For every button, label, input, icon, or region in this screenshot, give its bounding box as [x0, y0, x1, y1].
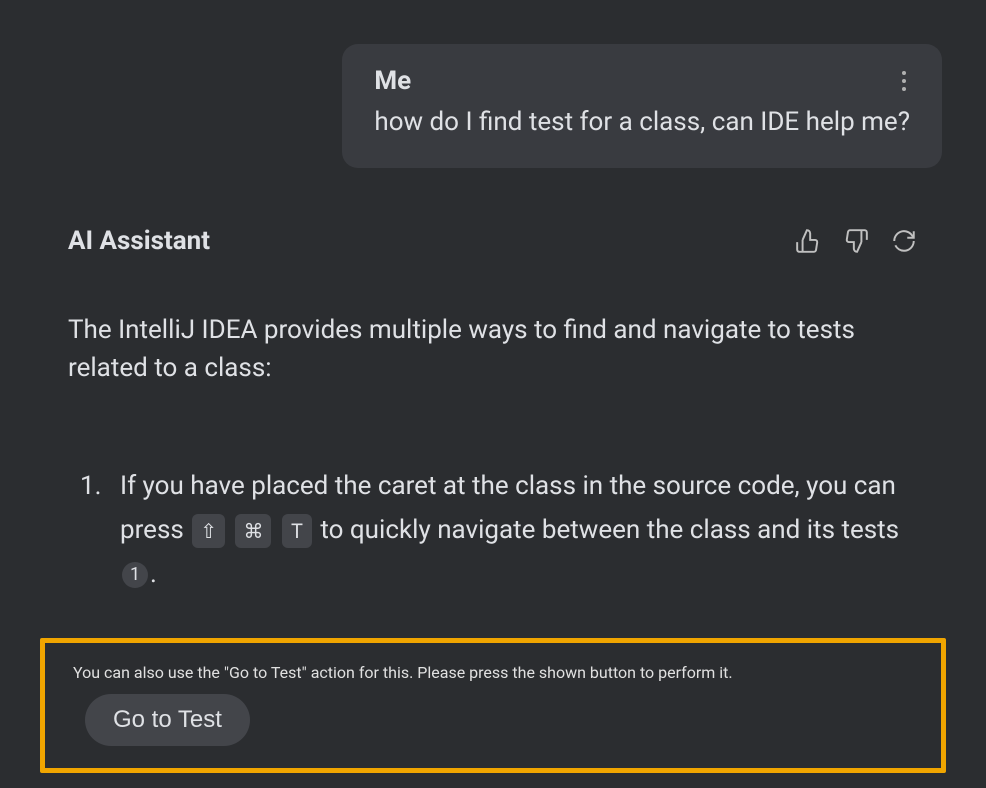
reference-badge[interactable]: 1 — [122, 562, 148, 588]
list-item-2: You can also use the "Go to Test" action… — [73, 663, 913, 746]
kebab-menu-icon[interactable] — [898, 67, 910, 95]
assistant-label: AI Assistant — [68, 226, 210, 256]
user-message-header: Me — [374, 66, 910, 96]
item1-text-after: to quickly navigate between the class an… — [314, 515, 899, 545]
user-message-bubble: Me how do I find test for a class, can I… — [342, 44, 942, 168]
shortcut-key-t: T — [282, 514, 312, 548]
highlight-box: You can also use the "Go to Test" action… — [40, 638, 946, 773]
item2-text: You can also use the "Go to Test" action… — [73, 663, 733, 682]
shortcut-key-cmd: ⌘ — [235, 514, 271, 548]
assistant-intro-text: The IntelliJ IDEA provides multiple ways… — [68, 312, 918, 387]
user-label: Me — [374, 66, 411, 96]
go-to-test-button[interactable]: Go to Test — [85, 694, 250, 746]
shortcut-key-shift: ⇧ — [192, 514, 225, 548]
assistant-actions — [794, 227, 918, 255]
list-item-1: If you have placed the caret at the clas… — [68, 464, 918, 597]
assistant-list: If you have placed the caret at the clas… — [68, 464, 918, 774]
assistant-section: AI Assistant — [44, 226, 942, 773]
thumbs-up-icon[interactable] — [794, 227, 822, 255]
refresh-icon[interactable] — [890, 227, 918, 255]
item1-text-end: . — [150, 559, 157, 589]
thumbs-down-icon[interactable] — [842, 227, 870, 255]
user-message-text: how do I find test for a class, can IDE … — [374, 104, 910, 140]
assistant-header: AI Assistant — [68, 226, 918, 256]
